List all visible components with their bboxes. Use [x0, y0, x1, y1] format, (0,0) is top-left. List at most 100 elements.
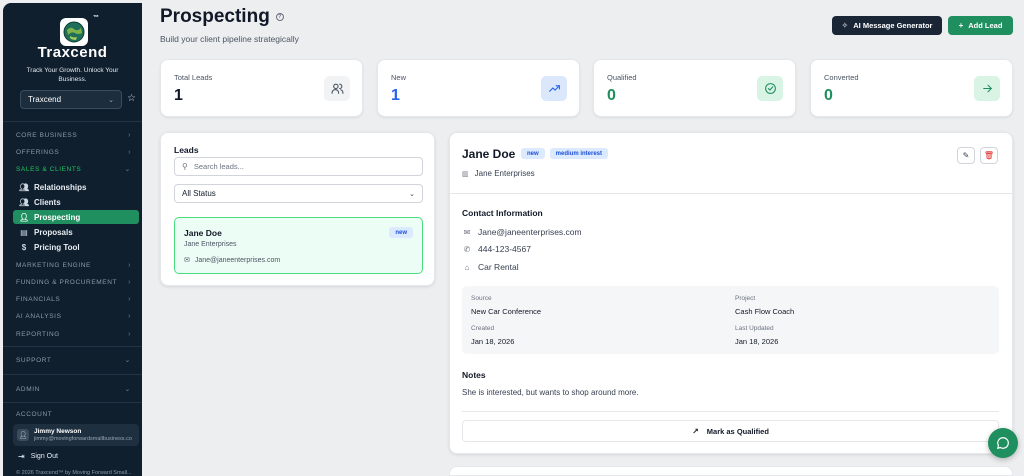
delete-button[interactable]: 🗑︎ — [980, 147, 998, 164]
dollar-icon: $ — [21, 242, 27, 252]
chevron-right-icon: › — [128, 295, 131, 303]
brand-logo[interactable] — [60, 18, 88, 46]
stat-value: 1 — [174, 87, 183, 104]
chevron-right-icon: › — [128, 278, 131, 286]
stat-card-total-leads: Total Leads 1 — [160, 59, 363, 117]
edit-button[interactable]: ✎ — [957, 147, 975, 164]
sidebar-item-proposals[interactable]: ▤ Proposals — [13, 225, 139, 239]
nav-section-offerings[interactable]: OFFERINGS › — [16, 146, 131, 158]
trash-icon: 🗑︎ — [983, 151, 995, 160]
page-title-text: Prospecting — [160, 6, 270, 27]
created-value: Jan 18, 2026 — [471, 337, 515, 346]
add-lead-button[interactable]: + Add Lead — [948, 16, 1013, 35]
avatar: 👤︎ — [17, 429, 29, 441]
sidebar-item-clients[interactable]: 👥︎ Clients — [13, 195, 139, 209]
lead-company: Jane Enterprises — [184, 241, 237, 248]
stat-card-converted: Converted 0 — [810, 59, 1013, 117]
search-input[interactable] — [193, 162, 404, 171]
section-label: MARKETING ENGINE — [16, 261, 91, 269]
user-plus-icon: 👤︎ — [19, 212, 30, 222]
button-label: Add Lead — [968, 21, 1003, 30]
lead-name: Jane Doe — [184, 228, 222, 238]
plus-icon: + — [958, 21, 964, 30]
user-email: jimmy@movingforwardsmallbusiness.com — [34, 435, 132, 442]
nav-section-admin[interactable]: ADMIN ⌄ — [16, 383, 131, 395]
tag-icon: ⌂ — [464, 262, 470, 272]
search-icon: ⚲ — [182, 162, 188, 171]
chevron-right-icon: › — [128, 312, 131, 320]
button-label: Mark as Qualified — [706, 426, 769, 436]
source-label: Source — [471, 295, 492, 302]
section-label: ADMIN — [16, 385, 40, 393]
ai-message-generator-button[interactable]: ✧ AI Message Generator — [832, 16, 942, 35]
nav-section-account: ACCOUNT — [16, 408, 131, 420]
divider — [3, 346, 142, 347]
divider — [3, 374, 142, 375]
stat-value: 1 — [391, 87, 400, 104]
sign-out-label: Sign Out — [30, 453, 58, 460]
sidebar: ™ Traxcend Track Your Growth. Unlock You… — [3, 3, 142, 476]
chevron-down-icon: ⌄ — [409, 190, 415, 198]
divider — [462, 411, 999, 412]
trademark: ™ — [93, 15, 99, 21]
users-icon: 👥︎ — [19, 182, 30, 192]
workspace-name: Traxcend — [28, 95, 62, 104]
nav-section-funding-procurement[interactable]: FUNDING & PROCUREMENT › — [16, 276, 131, 288]
contact-tag: ⌂ Car Rental — [462, 262, 519, 272]
nav-section-core-business[interactable]: CORE BUSINESS › — [16, 129, 131, 141]
globe-logo-icon — [63, 21, 85, 43]
stat-label: New — [391, 73, 407, 82]
nav-section-financials[interactable]: FINANCIALS › — [16, 293, 131, 305]
updated-label: Last Updated — [735, 325, 774, 332]
stat-value: 0 — [824, 87, 833, 104]
lead-detail-panel: Jane Doe new medium interest ▥ Jane Ente… — [449, 132, 1014, 454]
user-card[interactable]: 👤︎ Jimmy Newson jimmy@movingforwardsmall… — [13, 424, 139, 446]
sparkles-icon: ✧ — [841, 21, 849, 30]
search-field[interactable]: ⚲ — [174, 157, 423, 176]
section-label: CORE BUSINESS — [16, 131, 78, 139]
nav-section-support[interactable]: SUPPORT ⌄ — [16, 354, 131, 366]
star-icon[interactable]: ☆ — [127, 93, 136, 104]
copyright: © 2026 Traxcend™ by Moving Forward Small… — [16, 470, 132, 476]
notes-text: She is interested, but wants to shop aro… — [462, 388, 639, 397]
sidebar-item-relationships[interactable]: 👥︎ Relationships — [13, 180, 139, 194]
building-icon: ▥ — [462, 170, 469, 178]
chat-icon — [996, 437, 1009, 450]
interest-badge: medium interest — [549, 148, 609, 159]
sidebar-item-pricing-tool[interactable]: $ Pricing Tool — [13, 240, 139, 254]
section-label: SUPPORT — [16, 356, 52, 364]
contact-phone: ✆ 444-123-4567 — [462, 244, 531, 254]
stat-card-new: New 1 — [377, 59, 580, 117]
trending-up-icon: ↗ — [692, 426, 699, 436]
chevron-down-icon: ⌄ — [124, 166, 131, 173]
detail-name: Jane Doe — [462, 147, 516, 161]
stat-value: 0 — [607, 87, 616, 104]
status-filter-select[interactable]: All Status ⌄ — [174, 184, 423, 203]
help-icon[interactable]: ? — [275, 13, 284, 21]
nav-section-reporting[interactable]: REPORTING › — [16, 328, 131, 340]
workspace-select[interactable]: Traxcend ⌄ — [20, 90, 122, 109]
nav-section-ai-analysis[interactable]: AI ANALYSIS › — [16, 310, 131, 322]
sign-out-button[interactable]: ⇥ Sign Out — [18, 452, 58, 461]
users-icon — [324, 76, 350, 101]
chat-button[interactable] — [988, 428, 1018, 458]
nav-section-marketing-engine[interactable]: MARKETING ENGINE › — [16, 259, 131, 271]
lead-email-text: Jane@janeenterprises.com — [194, 256, 281, 264]
nav-section-sales-clients[interactable]: SALES & CLIENTS ⌄ — [16, 163, 131, 175]
leads-title: Leads — [174, 145, 199, 155]
chevron-right-icon: › — [128, 261, 131, 269]
section-label: OFFERINGS — [16, 148, 60, 156]
mark-as-qualified-button[interactable]: ↗ Mark as Qualified — [462, 420, 999, 442]
divider — [450, 193, 1014, 194]
brand-name: Traxcend — [37, 44, 108, 61]
check-circle-icon — [757, 76, 783, 101]
section-label: AI ANALYSIS — [16, 312, 62, 320]
stat-card-qualified: Qualified 0 — [593, 59, 796, 117]
divider — [3, 121, 142, 122]
phone-icon: ✆ — [463, 244, 471, 254]
section-label: FINANCIALS — [16, 295, 61, 303]
sidebar-item-label: Clients — [34, 197, 61, 207]
sidebar-item-prospecting[interactable]: 👤︎ Prospecting — [13, 210, 139, 224]
list-item[interactable]: Jane Doe Jane Enterprises ✉ Jane@janeent… — [174, 217, 423, 274]
arrow-right-icon — [974, 76, 1000, 101]
